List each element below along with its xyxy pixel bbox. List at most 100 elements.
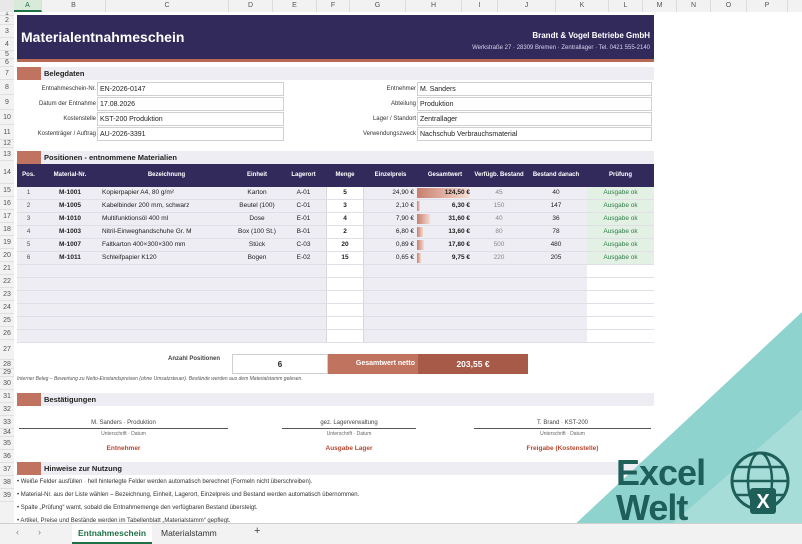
row-header-33[interactable]: 33 [0,416,14,429]
row-header-9[interactable]: 9 [0,95,14,110]
add-sheet-icon[interactable]: + [254,525,260,537]
column-header-j[interactable]: J [498,0,556,12]
cell-empty[interactable] [326,291,364,303]
row-header-7[interactable]: 7 [0,67,14,80]
worksheet[interactable]: Materialentnahmeschein Brandt & Vogel Be… [14,12,802,523]
row-header-17[interactable]: 17 [0,210,14,223]
tab-materialstamm[interactable]: Materialstamm [155,524,223,542]
field-value[interactable]: KST-200 Produktion [97,112,284,126]
table-row[interactable]: 3 M-1010 Multifunktionsöl 400 ml Dose E-01 4 7… [17,213,654,226]
row-header-36[interactable]: 36 [0,450,14,463]
row-header-28[interactable]: 28 [0,360,14,369]
cell-empty[interactable] [326,278,364,290]
cell-menge[interactable]: 3 [326,200,364,212]
row-header-15[interactable]: 15 [0,184,14,197]
cell-menge[interactable]: 2 [326,226,364,238]
cell-menge[interactable]: 15 [326,252,364,264]
row-header-22[interactable]: 22 [0,275,14,288]
cell-empty [587,265,654,277]
row-header-29[interactable]: 29 [0,369,14,377]
tab-scroll-left-icon[interactable]: ‹ [16,527,19,537]
field-value[interactable]: M. Sanders [417,82,652,96]
table-row[interactable]: 5 M-1007 Faltkarton 400×300×300 mm Stück C-0… [17,239,654,252]
field-value[interactable]: AU-2026-3391 [97,127,284,141]
row-header-3[interactable]: 3 [0,25,14,38]
table-row[interactable]: 4 M-1003 Nitril-Einweghandschuhe Gr. M Box … [17,226,654,239]
row-header-23[interactable]: 23 [0,288,14,301]
row-header-18[interactable]: 18 [0,223,14,236]
row-header-24[interactable]: 24 [0,301,14,314]
row-header-31[interactable]: 31 [0,390,14,403]
row-header-12[interactable]: 12 [0,140,14,148]
row-header-30[interactable]: 30 [0,377,14,390]
column-header-n[interactable]: N [677,0,711,12]
signature-line[interactable] [474,428,651,429]
cell-menge[interactable]: 20 [326,239,364,251]
row-header-2[interactable]: 2 [0,16,14,25]
row-header-6[interactable]: 6 [0,59,14,67]
field-value[interactable]: Produktion [417,97,652,111]
column-header-k[interactable]: K [556,0,609,12]
cell-empty[interactable] [326,317,364,329]
row-header-38[interactable]: 38 [0,476,14,489]
cell-empty [364,291,417,303]
select-all-corner[interactable] [0,0,15,12]
column-header-d[interactable]: D [229,0,273,12]
column-header-h[interactable]: H [406,0,462,12]
tab-scroll-right-icon[interactable]: › [38,527,41,537]
cell-empty[interactable] [326,265,364,277]
column-header-b[interactable]: B [42,0,106,12]
column-header-i[interactable]: I [462,0,498,12]
column-header-c[interactable]: C [106,0,229,12]
column-header-o[interactable]: O [711,0,747,12]
signature-line[interactable] [19,428,228,429]
row-header-34[interactable]: 34 [0,429,14,437]
row-header-21[interactable]: 21 [0,262,14,275]
cell-menge[interactable]: 5 [326,187,364,199]
row-header-37[interactable]: 37 [0,463,14,476]
column-header-l[interactable]: L [609,0,643,12]
table-row-empty[interactable] [17,278,654,291]
row-header-35[interactable]: 35 [0,437,14,450]
column-header-f[interactable]: F [317,0,350,12]
row-header-8[interactable]: 8 [0,80,14,95]
row-header-13[interactable]: 13 [0,148,14,161]
field-value[interactable]: EN-2026-0147 [97,82,284,96]
row-header-11[interactable]: 11 [0,125,14,140]
signature-line[interactable] [282,428,416,429]
row-header-27[interactable]: 27 [0,340,14,360]
row-header-5[interactable]: 5 [0,51,14,59]
row-header-4[interactable]: 4 [0,38,14,51]
field-label: Kostenstelle [63,116,96,122]
table-row[interactable]: 1 M-1001 Kopierpapier A4, 80 g/m² Karton A-0… [17,187,654,200]
column-header-g[interactable]: G [350,0,406,12]
row-header-39[interactable]: 39 [0,489,14,502]
table-row[interactable]: 2 M-1005 Kabelbinder 200 mm, schwarz Beutel… [17,200,654,213]
column-header-e[interactable]: E [273,0,317,12]
cell-menge[interactable]: 4 [326,213,364,225]
table-row[interactable]: 6 M-1011 Schleifpapier K120 Bogen E-02 15 0,65… [17,252,654,265]
column-header-a[interactable]: A [14,0,42,12]
table-row-empty[interactable] [17,317,654,330]
field-value[interactable]: 17.08.2026 [97,97,284,111]
row-header-32[interactable]: 32 [0,403,14,416]
field-value[interactable]: Zentrallager [417,112,652,126]
table-row-empty[interactable] [17,291,654,304]
field-value[interactable]: Nachschub Verbrauchsmaterial [417,127,652,141]
table-row-empty[interactable] [17,330,654,343]
cell-empty [233,330,281,342]
row-header-25[interactable]: 25 [0,314,14,327]
column-header-m[interactable]: M [643,0,677,12]
table-row-empty[interactable] [17,304,654,317]
row-header-16[interactable]: 16 [0,197,14,210]
row-header-19[interactable]: 19 [0,236,14,249]
row-header-10[interactable]: 10 [0,110,14,125]
row-header-14[interactable]: 14 [0,161,14,184]
tab-entnahmeschein[interactable]: Entnahmeschein [72,524,153,544]
table-row-empty[interactable] [17,265,654,278]
column-header-p[interactable]: P [747,0,788,12]
row-header-26[interactable]: 26 [0,327,14,340]
cell-empty[interactable] [326,304,364,316]
cell-empty[interactable] [326,330,364,342]
row-header-20[interactable]: 20 [0,249,14,262]
